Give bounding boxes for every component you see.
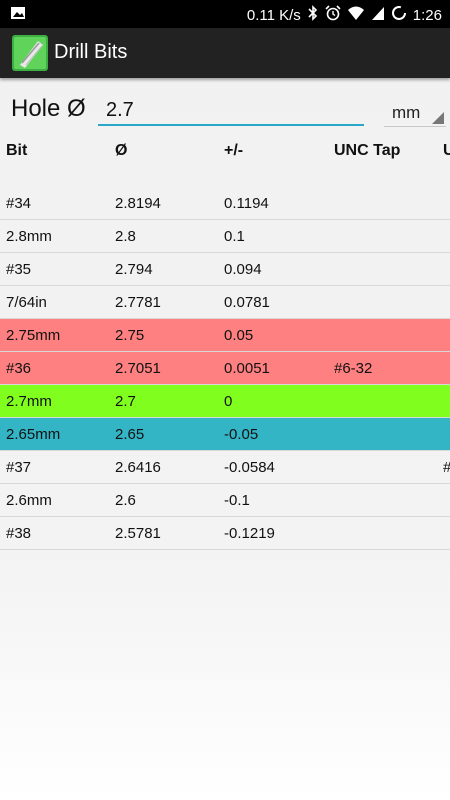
wifi-icon (347, 5, 365, 25)
bit-cell: #35 (6, 261, 32, 278)
column-header-diameter: Ø (115, 142, 128, 159)
hole-label: Hole Ø (11, 95, 86, 122)
status-bar: 0.11 K/s 1:26 (0, 0, 450, 28)
bit-cell: 2.8mm (6, 228, 52, 245)
difference-cell: 0.0781 (224, 294, 270, 311)
battery-icon (391, 5, 407, 25)
image-icon (10, 5, 26, 25)
difference-cell: 0.1194 (224, 195, 269, 212)
app-title: Drill Bits (54, 41, 128, 63)
difference-cell: -0.0584 (224, 459, 275, 476)
diameter-cell: 2.7781 (115, 294, 161, 311)
drill-bit-table: #34 2.8194 0.1194 2.8mm 2.8 0.1 #35 2.79… (0, 187, 450, 550)
drill-bit-logo-icon[interactable] (12, 35, 48, 71)
difference-cell: -0.1 (224, 492, 250, 509)
diameter-cell: 2.8 (115, 228, 136, 245)
bit-cell: #36 (6, 360, 32, 377)
network-speed: 0.11 K/s (246, 6, 301, 24)
difference-cell: 0.094 (224, 261, 262, 278)
column-header-unf-tap: U (443, 142, 450, 159)
bluetooth-icon (307, 5, 319, 25)
difference-cell: 0 (224, 393, 233, 410)
alarm-icon (325, 5, 341, 25)
table-row[interactable]: 2.8mm 2.8 0.1 (0, 220, 450, 253)
table-row[interactable]: 2.7mm 2.7 0 (0, 385, 450, 418)
unf-tap-cell: # (443, 459, 450, 476)
diameter-cell: 2.65 (115, 426, 145, 443)
unit-select[interactable]: mm (384, 100, 446, 127)
bit-cell: 2.65mm (6, 426, 61, 443)
table-row[interactable]: #38 2.5781 -0.1219 (0, 517, 450, 550)
diameter-cell: 2.7 (115, 393, 136, 410)
unit-select-value: mm (392, 103, 421, 122)
column-header-bit: Bit (6, 142, 28, 159)
bit-cell: 7/64in (6, 294, 47, 311)
diameter-cell: 2.5781 (115, 525, 161, 542)
column-header-unc-tap: UNC Tap (334, 142, 401, 159)
column-header-difference: +/- (224, 142, 244, 159)
table-row[interactable]: #37 2.6416 -0.0584 # (0, 451, 450, 484)
clock: 1:26 (412, 6, 442, 24)
diameter-cell: 2.6 (115, 492, 136, 509)
diameter-cell: 2.8194 (115, 195, 161, 212)
table-row[interactable]: #36 2.7051 0.0051 #6-32 (0, 352, 450, 385)
table-row[interactable]: #34 2.8194 0.1194 (0, 187, 450, 220)
table-row[interactable]: 2.6mm 2.6 -0.1 (0, 484, 450, 517)
diameter-cell: 2.7051 (115, 360, 161, 377)
app-bar: Drill Bits (0, 28, 450, 78)
difference-cell: 0.0051 (224, 360, 270, 377)
diameter-cell: 2.6416 (115, 459, 161, 476)
difference-cell: -0.05 (224, 426, 259, 443)
difference-cell: 0.05 (224, 327, 254, 344)
bit-cell: 2.6mm (6, 492, 52, 509)
table-row[interactable]: 2.75mm 2.75 0.05 (0, 319, 450, 352)
diameter-cell: 2.794 (115, 261, 153, 278)
dropdown-triangle-icon (432, 112, 444, 124)
difference-cell: 0.1 (224, 228, 245, 245)
bit-cell: #34 (6, 195, 32, 212)
table-row[interactable]: 2.65mm 2.65 -0.05 (0, 418, 450, 451)
signal-icon (371, 5, 385, 25)
bit-cell: #37 (6, 459, 32, 476)
difference-cell: -0.1219 (224, 525, 275, 542)
table-row[interactable]: 7/64in 2.7781 0.0781 (0, 286, 450, 319)
bit-cell: 2.7mm (6, 393, 52, 410)
unc-tap-cell: #6-32 (334, 360, 373, 377)
diameter-cell: 2.75 (115, 327, 145, 344)
bit-cell: #38 (6, 525, 32, 542)
bit-cell: 2.75mm (6, 327, 61, 344)
hole-diameter-input[interactable] (98, 96, 364, 126)
table-row[interactable]: #35 2.794 0.094 (0, 253, 450, 286)
